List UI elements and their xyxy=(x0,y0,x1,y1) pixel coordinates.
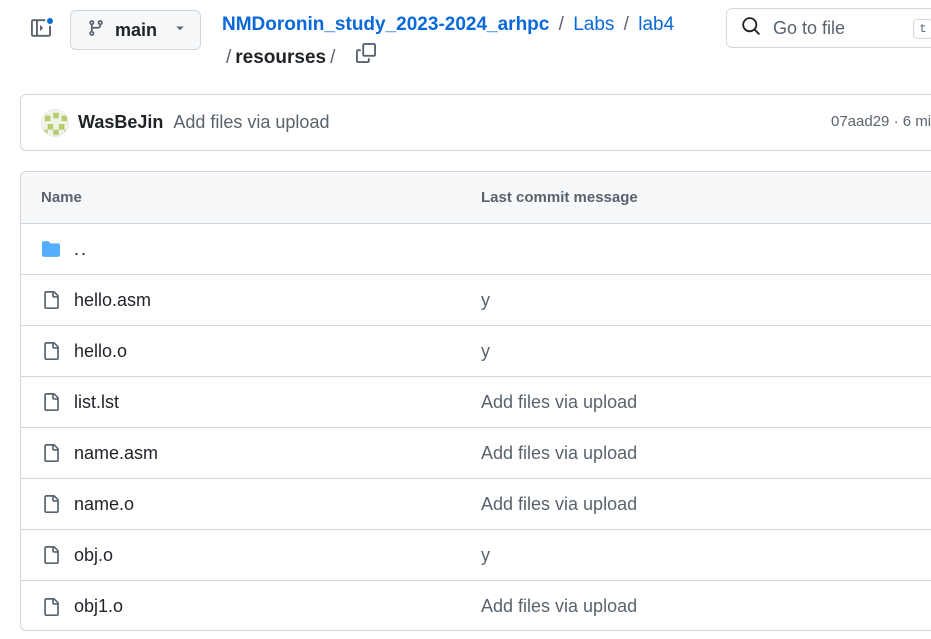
file-commit-message[interactable]: Add files via upload xyxy=(481,392,637,413)
file-name-link[interactable]: name.asm xyxy=(74,443,158,464)
table-row[interactable]: hello.asm y xyxy=(21,275,931,326)
sidebar-toggle-button[interactable] xyxy=(24,13,58,47)
file-icon xyxy=(41,544,61,566)
git-branch-icon xyxy=(87,19,105,42)
table-row[interactable]: list.lst Add files via upload xyxy=(21,377,931,428)
breadcrumb-separator: / xyxy=(623,14,629,35)
commit-message-link[interactable]: Add files via upload xyxy=(173,112,329,133)
file-icon xyxy=(41,289,61,311)
table-row[interactable]: name.o Add files via upload xyxy=(21,479,931,530)
file-commit-message[interactable]: y xyxy=(481,545,490,566)
file-commit-message[interactable]: Add files via upload xyxy=(481,596,637,617)
breadcrumb: NMDoronin_study_2023-2024_arhpc / Labs /… xyxy=(222,10,702,40)
file-name-link[interactable]: obj.o xyxy=(74,545,113,566)
table-row[interactable]: obj1.o Add files via upload xyxy=(21,581,931,630)
parent-directory-row[interactable]: .. xyxy=(21,224,931,275)
file-icon xyxy=(41,493,61,515)
go-to-file-input[interactable] xyxy=(771,16,901,40)
table-header: Name Last commit message xyxy=(21,172,931,224)
go-to-file-box[interactable]: t xyxy=(726,8,931,48)
copy-icon xyxy=(356,43,377,73)
branch-name: main xyxy=(115,19,158,40)
file-commit-message[interactable]: Add files via upload xyxy=(481,494,637,515)
column-header-name: Name xyxy=(41,189,82,206)
table-row[interactable]: name.asm Add files via upload xyxy=(21,428,931,479)
breadcrumb-current-folder: resourses xyxy=(235,47,327,68)
breadcrumb-link-labs[interactable]: Labs xyxy=(573,14,614,35)
commit-author-link[interactable]: WasBeJin xyxy=(78,112,163,133)
file-commit-message[interactable]: Add files via upload xyxy=(481,443,637,464)
commit-hash-and-time[interactable]: 07aad29 · 6 min xyxy=(831,113,931,130)
file-icon xyxy=(41,340,61,362)
file-commit-message[interactable]: y xyxy=(481,341,490,362)
table-row[interactable]: hello.o y xyxy=(21,326,931,377)
search-icon xyxy=(741,16,761,41)
parent-directory-link[interactable]: .. xyxy=(74,239,88,260)
breadcrumb-separator: / xyxy=(226,47,232,68)
breadcrumb-current-row: / resourses / xyxy=(226,43,379,73)
file-name-link[interactable]: hello.o xyxy=(74,341,127,362)
latest-commit-bar: WasBeJin Add files via upload 07aad29 · … xyxy=(20,94,931,151)
notification-dot xyxy=(45,16,55,26)
file-commit-message[interactable]: y xyxy=(481,290,490,311)
file-icon xyxy=(41,596,61,618)
keyboard-shortcut-hint: t xyxy=(913,19,931,39)
table-row[interactable]: obj.o y xyxy=(21,530,931,581)
breadcrumb-separator: / xyxy=(558,14,564,35)
file-name-link[interactable]: obj1.o xyxy=(74,596,123,617)
column-header-last-commit: Last commit message xyxy=(481,189,638,206)
file-name-link[interactable]: name.o xyxy=(74,494,134,515)
breadcrumb-repo-link[interactable]: NMDoronin_study_2023-2024_arhpc xyxy=(222,14,549,35)
triangle-down-icon xyxy=(174,21,186,39)
file-table: Name Last commit message .. hello.asm y xyxy=(20,171,931,631)
copy-path-button[interactable] xyxy=(353,43,379,73)
breadcrumb-link-lab4[interactable]: lab4 xyxy=(638,14,674,35)
avatar[interactable] xyxy=(41,108,69,137)
file-icon xyxy=(41,391,61,413)
branch-selector-button[interactable]: main xyxy=(70,10,201,50)
file-name-link[interactable]: list.lst xyxy=(74,392,119,413)
file-name-link[interactable]: hello.asm xyxy=(74,290,151,311)
breadcrumb-separator: / xyxy=(330,47,336,68)
folder-icon xyxy=(41,238,61,260)
file-icon xyxy=(41,442,61,464)
